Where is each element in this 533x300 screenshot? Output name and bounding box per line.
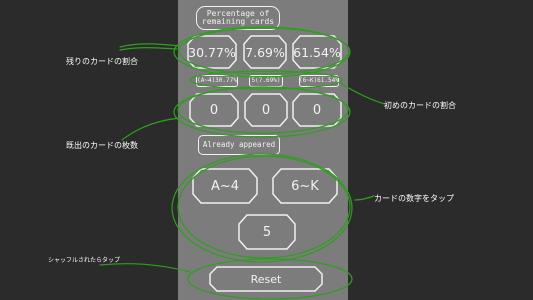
header-title: Percentage of remaining cards xyxy=(201,8,275,26)
annotation-remaining: 残りのカードの割合 xyxy=(66,57,138,66)
initial-a4-value: (A~4)30.77% xyxy=(197,76,237,84)
remaining-6k-value: 61.54% xyxy=(293,44,341,60)
annotation-tap: カードの数字をタップ xyxy=(374,194,454,203)
initial-percent-6k: (6~K)61.54% xyxy=(299,75,339,87)
initial-6k-value: (6~K)61.54% xyxy=(299,76,339,84)
card-6k-button[interactable]: 6~K xyxy=(272,168,338,204)
count-a4-value: 0 xyxy=(209,102,219,118)
remaining-a4-value: 30.77% xyxy=(188,44,236,60)
count-6k-value: 0 xyxy=(312,102,322,118)
card-5-button[interactable]: 5 xyxy=(238,214,296,250)
header-label: Percentage of remaining cards xyxy=(196,6,280,30)
remaining-percent-5: 7.69% xyxy=(243,35,287,69)
reset-button[interactable]: Reset xyxy=(209,266,323,292)
count-6k: 0 xyxy=(292,93,342,127)
initial-percent-5: 5(7.69%) xyxy=(249,75,283,87)
remaining-percent-a4: 30.77% xyxy=(187,35,237,69)
already-appeared-label: Already appeared xyxy=(198,135,280,155)
already-appeared-text: Already appeared xyxy=(202,140,276,150)
card-a4-label: A~4 xyxy=(210,178,240,194)
annotation-initial: 初めのカードの割合 xyxy=(384,101,456,110)
count-5-value: 0 xyxy=(261,102,271,118)
annotation-shuffle: シャッフルされたらタップ xyxy=(48,257,121,264)
reset-label: Reset xyxy=(250,272,282,286)
annotation-appeared: 既出のカードの枚数 xyxy=(66,141,138,150)
initial-percent-a4: (A~4)30.77% xyxy=(196,75,238,87)
card-a4-button[interactable]: A~4 xyxy=(192,168,258,204)
card-6k-label: 6~K xyxy=(291,178,319,194)
count-5: 0 xyxy=(244,93,288,127)
remaining-5-value: 7.69% xyxy=(245,44,285,60)
initial-5-value: 5(7.69%) xyxy=(251,76,281,84)
remaining-percent-6k: 61.54% xyxy=(292,35,342,69)
count-a4: 0 xyxy=(189,93,239,127)
card-5-label: 5 xyxy=(262,224,272,240)
